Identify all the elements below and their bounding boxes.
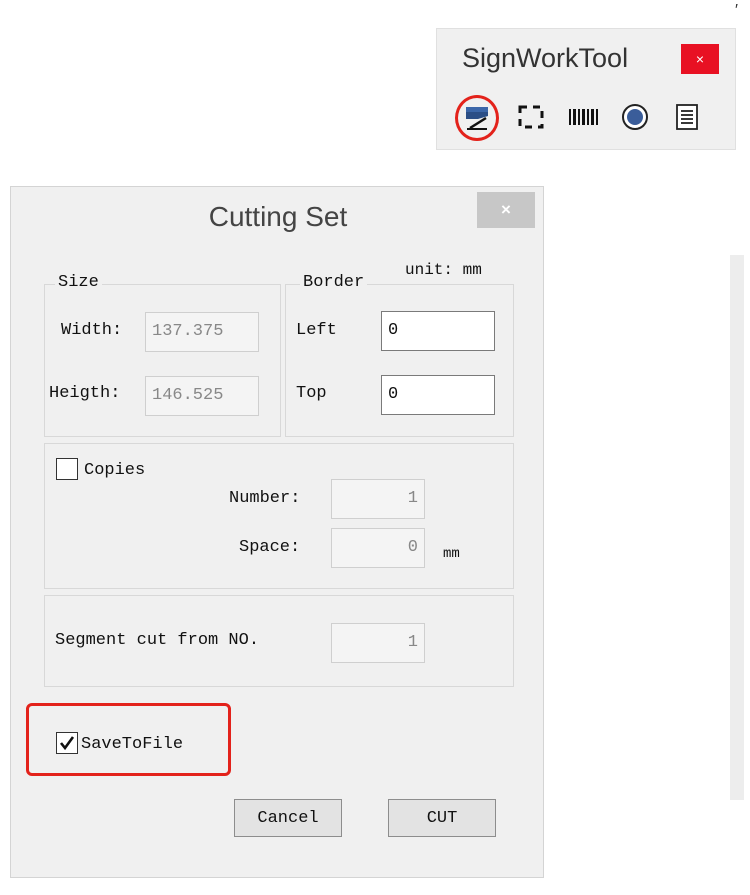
segment-label: Segment cut from NO. xyxy=(55,631,260,650)
border-group-title: Border xyxy=(300,273,368,292)
corner-mark: ′ xyxy=(735,2,738,19)
barcode-icon xyxy=(567,102,599,137)
savetofile-label: SaveToFile xyxy=(81,735,184,754)
height-label: Heigth: xyxy=(49,384,121,403)
left-label: Left xyxy=(296,321,337,340)
frame-tool-button[interactable] xyxy=(511,99,551,139)
dialog-close-button[interactable]: × xyxy=(477,192,535,228)
space-label: Space: xyxy=(239,538,301,557)
cutter-tool-highlight xyxy=(455,95,499,141)
unit-label: unit: mm xyxy=(405,261,482,279)
height-field[interactable]: 146.525 xyxy=(145,376,259,416)
segment-field[interactable]: 1 xyxy=(331,623,425,663)
cancel-button[interactable]: Cancel xyxy=(234,799,342,837)
signworktool-toolbar xyxy=(449,95,727,143)
left-field[interactable]: 0 xyxy=(381,311,495,351)
cutting-set-dialog: Cutting Set × unit: mm Size Width: 137.3… xyxy=(10,186,544,878)
dashed-frame-icon xyxy=(516,102,546,137)
checkmark-icon xyxy=(59,736,75,751)
circle-icon xyxy=(620,102,650,137)
circle-tool-button[interactable] xyxy=(615,99,655,139)
size-group-title: Size xyxy=(55,273,102,292)
number-label: Number: xyxy=(229,489,301,508)
signworktool-title: SignWorkTool xyxy=(462,43,629,73)
savetofile-checkbox[interactable] xyxy=(56,732,78,754)
number-field[interactable]: 1 xyxy=(331,479,425,519)
dialog-title: Cutting Set xyxy=(208,201,348,232)
cut-button[interactable]: CUT xyxy=(388,799,496,837)
width-label: Width: xyxy=(61,321,123,340)
scrollbar[interactable] xyxy=(730,255,744,800)
signworktool-panel: SignWorkTool × xyxy=(436,28,736,150)
space-field[interactable]: 0 xyxy=(331,528,425,568)
copies-checkbox[interactable] xyxy=(56,458,78,480)
barcode-tool-button[interactable] xyxy=(563,99,603,139)
space-unit-label: mm xyxy=(443,546,460,562)
top-label: Top xyxy=(296,384,327,403)
list-tool-button[interactable] xyxy=(667,99,707,139)
list-icon xyxy=(672,102,702,137)
copies-label: Copies xyxy=(84,461,146,480)
top-field[interactable]: 0 xyxy=(381,375,495,415)
signworktool-close-button[interactable]: × xyxy=(681,44,719,74)
width-field[interactable]: 137.375 xyxy=(145,312,259,352)
